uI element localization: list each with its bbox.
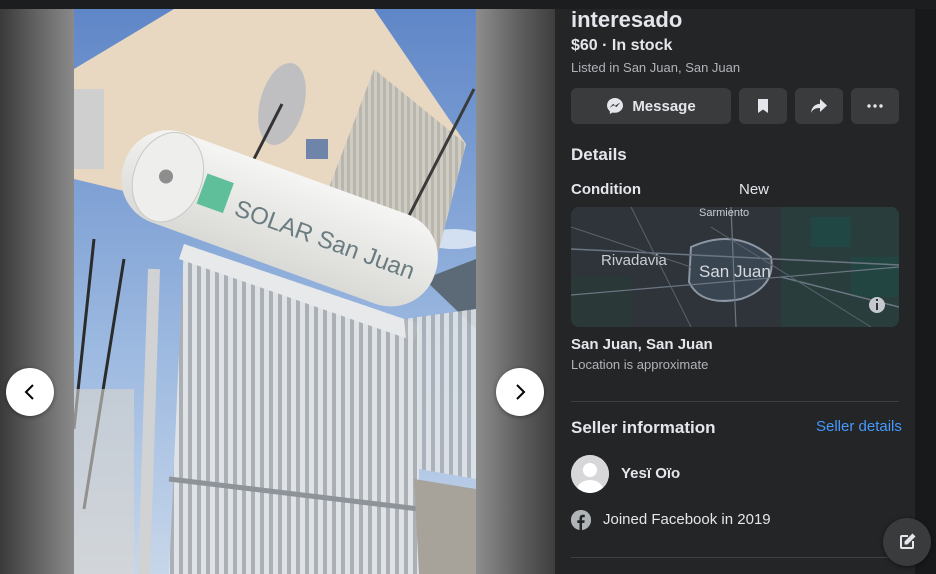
previous-photo-button[interactable] [6, 368, 54, 416]
photo-blur-right [476, 9, 555, 574]
joined-date: Joined Facebook in 2019 [603, 511, 771, 528]
map-label-north: Sarmiento [699, 207, 749, 219]
top-bar [0, 0, 936, 9]
lnb [306, 139, 328, 159]
media-viewer: SOLAR San Juan [0, 9, 555, 574]
avatar[interactable] [571, 455, 609, 493]
new-message-button[interactable] [883, 518, 931, 566]
chevron-right-icon [516, 384, 526, 400]
message-button[interactable]: Message [571, 88, 731, 124]
messenger-icon [607, 98, 624, 114]
condition-value: New [739, 181, 770, 198]
facebook-logo [571, 510, 591, 530]
default-avatar-icon [571, 455, 609, 493]
compose-icon [900, 533, 916, 549]
marketplace-listing-view: SOLAR San Juan interesado $60 · In stock… [0, 0, 936, 574]
details-heading: Details [571, 145, 627, 164]
message-button-label: Message [632, 97, 696, 115]
more-icon [867, 104, 883, 108]
share-button[interactable] [795, 88, 843, 124]
photo-blur-left [0, 9, 74, 574]
location-map[interactable]: Sarmiento Rivadavia San Juan [571, 207, 899, 327]
seller-details-link[interactable]: Seller details [816, 418, 902, 435]
section-divider [571, 401, 899, 402]
location-note: Location is approximate [571, 357, 709, 372]
seller-heading: Seller information [571, 418, 716, 437]
condition-label: Condition [571, 181, 641, 198]
listing-title: interesado [571, 9, 683, 32]
solar-heater-photo: SOLAR San Juan [74, 9, 476, 574]
listing-location-line[interactable]: Listed in San Juan, San Juan [571, 60, 740, 75]
page-scrollbar[interactable] [915, 9, 936, 574]
chevron-left-icon [24, 384, 34, 400]
listing-photo: SOLAR San Juan [74, 9, 476, 574]
listing-info-panel: interesado $60 · In stock Listed in San … [555, 9, 915, 574]
save-button[interactable] [739, 88, 787, 124]
map-label-center: San Juan [699, 262, 771, 281]
section-divider [571, 557, 899, 558]
action-bar: Message [571, 88, 899, 124]
info-icon[interactable] [869, 297, 885, 313]
listing-price: $60 · In stock [571, 37, 673, 54]
facebook-icon [571, 510, 591, 530]
share-icon [811, 99, 827, 113]
more-options-button[interactable] [851, 88, 899, 124]
next-photo-button[interactable] [496, 368, 544, 416]
bookmark-icon [758, 99, 768, 113]
seller-name[interactable]: Yesï Oïo [621, 465, 680, 482]
location-name: San Juan, San Juan [571, 336, 713, 353]
map-label-west: Rivadavia [601, 252, 668, 269]
map-graphic: Sarmiento Rivadavia San Juan [571, 207, 899, 327]
